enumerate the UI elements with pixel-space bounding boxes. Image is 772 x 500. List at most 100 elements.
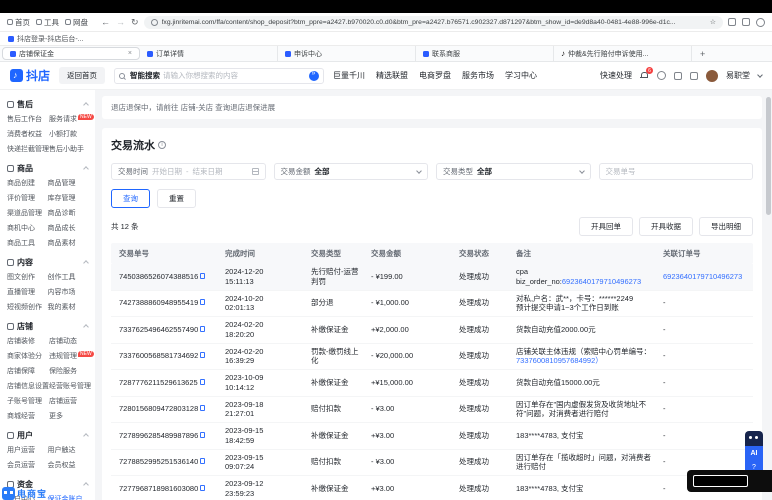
copy-icon[interactable] (200, 458, 206, 465)
sidebar-item-内容市场[interactable]: 内容市场 (48, 287, 89, 297)
sidebar-item-商城经营[interactable]: 商城经营 (7, 411, 49, 421)
sidebar-item-商品诊断[interactable]: 商品诊断 (48, 208, 89, 218)
sidebar-item-保险服务[interactable]: 保险服务 (49, 366, 94, 376)
sidebar-item-渠道品管理[interactable]: 渠道品管理 (7, 208, 48, 218)
forward-icon[interactable]: → (116, 17, 125, 28)
back-icon[interactable]: ← (101, 17, 110, 28)
browser-tab[interactable]: 订单详情 (140, 46, 278, 61)
browser-tab[interactable]: 联系商服 (416, 46, 554, 61)
amount-filter-select[interactable]: 交易金额 全部 (273, 163, 428, 180)
notifications-bell-icon[interactable]: 6 (640, 67, 653, 80)
sidebar-item-库存管理[interactable]: 库存管理 (48, 193, 89, 203)
sidebar-item-商品素材[interactable]: 商品素材 (48, 238, 89, 248)
sidebar-section-内容[interactable]: 内容 (0, 253, 95, 271)
copy-icon[interactable] (200, 272, 206, 279)
sidebar-item-用户触达[interactable]: 用户触达 (48, 445, 89, 455)
download-icon[interactable] (674, 71, 682, 80)
sidebar-item-直播管理[interactable]: 直播管理 (7, 287, 48, 297)
nav-item-服务市场[interactable]: 服务市场 (462, 70, 494, 81)
nav-item-巨量千川[interactable]: 巨量千川 (333, 70, 365, 81)
nav-item-电商罗盘[interactable]: 电商罗盘 (419, 70, 451, 81)
copy-icon[interactable] (200, 405, 206, 412)
sidebar-item-商品成长[interactable]: 商品成长 (48, 223, 89, 233)
copy-icon[interactable] (200, 352, 206, 359)
sidebar-item-商机中心[interactable]: 商机中心 (7, 223, 48, 233)
sidebar-item-更多[interactable]: 更多 (49, 411, 94, 421)
bookmark-star-icon[interactable]: ☆ (710, 18, 716, 26)
sidebar-item-店铺运营[interactable]: 店铺运营 (49, 396, 94, 406)
panel-icon[interactable] (728, 18, 736, 26)
remark-link[interactable]: 6923640179710496273 (562, 277, 641, 286)
nav-item-精选联盟[interactable]: 精选联盟 (376, 70, 408, 81)
sidebar-item-创作工具[interactable]: 创作工具 (48, 272, 89, 282)
browser-tab[interactable]: 店铺保证金 × (2, 47, 140, 60)
sidebar-item-店铺装修[interactable]: 店铺装修 (7, 336, 49, 346)
sidebar-section-商品[interactable]: 商品 (0, 159, 95, 177)
reload-icon[interactable]: ↻ (131, 17, 139, 28)
sidebar-item-消费者权益[interactable]: 消费者权益 (7, 129, 49, 139)
avatar[interactable] (706, 69, 718, 82)
browser-menu-item[interactable]: 工具 (36, 17, 59, 28)
sidebar-item-经营账号管理[interactable]: 经营账号管理 (49, 381, 94, 391)
page-scrollbar[interactable] (766, 92, 771, 500)
overlay-input[interactable] (693, 475, 748, 487)
robot-icon[interactable] (745, 431, 763, 446)
copy-icon[interactable] (200, 431, 206, 438)
browser-menu-item[interactable]: 首页 (7, 17, 30, 28)
copy-icon[interactable] (200, 299, 206, 306)
browser-tab[interactable]: 申诉中心 (278, 46, 416, 61)
sidebar-item-商品创建[interactable]: 商品创建 (7, 178, 48, 188)
sidebar-item-小额打款[interactable]: 小额打款 (49, 129, 94, 139)
info-icon[interactable]: i (158, 141, 166, 149)
action-button-导出明细[interactable]: 导出明细 (699, 217, 753, 236)
sidebar-item-店铺信息设置[interactable]: 店铺信息设置 (7, 381, 49, 391)
sidebar-item-会员运营[interactable]: 会员运营 (7, 460, 48, 470)
sidebar-section-店铺[interactable]: 店铺 (0, 317, 95, 335)
query-button[interactable]: 查询 (111, 189, 150, 208)
related-order-link[interactable]: 6923640179710496273 (663, 272, 742, 281)
url-bar[interactable]: fxg.jinritemai.com/ffa/content/shop_depo… (143, 15, 723, 29)
sidebar-item-保证金账户[interactable]: 保证金账户 (48, 494, 89, 500)
tab-close-icon[interactable]: × (128, 50, 132, 57)
sidebar-item-店铺保障[interactable]: 店铺保障 (7, 366, 49, 376)
scrollbar-thumb[interactable] (766, 97, 771, 215)
sidebar-section-用户[interactable]: 用户 (0, 426, 95, 444)
date-range-picker[interactable]: 交易时间 开始日期 - 结束日期 (111, 163, 266, 180)
sidebar-item-图文创作[interactable]: 图文创作 (7, 272, 48, 282)
nav-item-学习中心[interactable]: 学习中心 (505, 70, 537, 81)
sidebar-item-短视频创作[interactable]: 短视频创作 (7, 302, 48, 312)
ai-button[interactable]: AI (745, 446, 763, 460)
sidebar-item-会员权益[interactable]: 会员权益 (48, 460, 89, 470)
sidebar-item-商家体验分[interactable]: 商家体验分 (7, 351, 49, 361)
back-home-button[interactable]: 返回首页 (59, 67, 106, 84)
action-button-开具回单[interactable]: 开具回单 (579, 217, 633, 236)
new-tab-button[interactable]: + (692, 46, 713, 61)
sidebar-item-商品工具[interactable]: 商品工具 (7, 238, 48, 248)
extensions-icon[interactable] (742, 18, 750, 26)
sidebar-item-我的素材[interactable]: 我的素材 (48, 302, 89, 312)
copy-icon[interactable] (200, 484, 206, 491)
sidebar-item-用户运营[interactable]: 用户运营 (7, 445, 48, 455)
user-name[interactable]: 易职堂 (726, 70, 750, 81)
sidebar-item-子账号管理[interactable]: 子账号管理 (7, 396, 49, 406)
quick-handle-button[interactable]: 快速处理 (600, 70, 632, 81)
sidebar-item-服务请求[interactable]: 服务请求 NEW (49, 114, 94, 124)
sidebar-item-违规管理[interactable]: 违规管理 NEW (49, 351, 94, 361)
bookmark-item[interactable]: 抖店登录-抖店后台-... (17, 34, 84, 44)
copy-icon[interactable] (200, 325, 206, 332)
reset-button[interactable]: 重置 (157, 189, 196, 208)
search-submit-icon[interactable] (309, 70, 320, 81)
remark-link[interactable]: 7337600810957684992） (516, 356, 603, 365)
sidebar-item-售后小助手[interactable]: 售后小助手 (49, 144, 94, 154)
profile-icon[interactable] (756, 17, 765, 27)
action-button-开具收据[interactable]: 开具收据 (639, 217, 693, 236)
app-logo[interactable]: 抖店 (10, 67, 50, 84)
browser-menu-item[interactable]: 网盘 (65, 17, 88, 28)
browser-tab[interactable]: ♪ 仲裁&先行赔付申诉使用... (554, 46, 692, 61)
apps-grid-icon[interactable] (690, 71, 698, 80)
order-no-input[interactable]: 交易单号 (598, 163, 753, 180)
sidebar-item-评价管理[interactable]: 评价管理 (7, 193, 48, 203)
sidebar-item-店铺动态[interactable]: 店铺动态 (49, 336, 94, 346)
copy-icon[interactable] (199, 378, 205, 385)
tune-icon[interactable] (150, 18, 158, 26)
